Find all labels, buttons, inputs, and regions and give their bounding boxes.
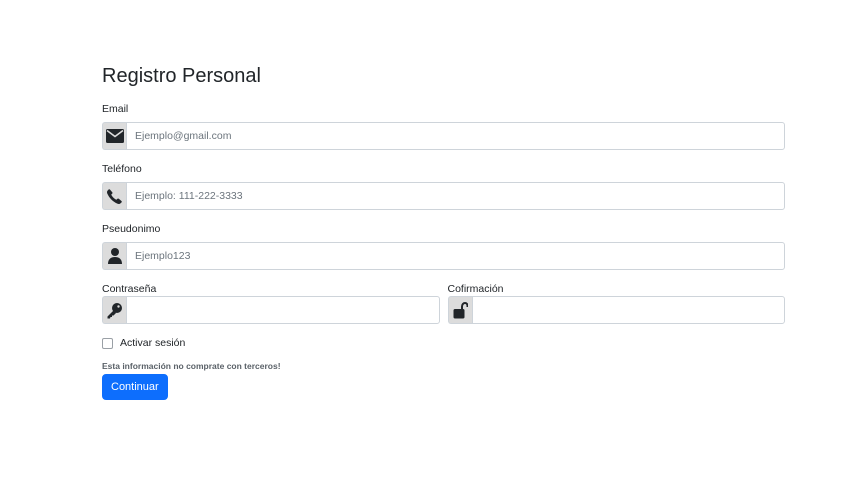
password-label: Contraseña xyxy=(102,283,157,295)
phone-label: Teléfono xyxy=(102,163,142,175)
phone-input-group xyxy=(102,182,785,210)
email-input-group xyxy=(102,122,785,150)
registration-form: Registro Personal Email Teléfono xyxy=(102,62,785,400)
remember-row: Activar sesión xyxy=(102,336,785,350)
password-input[interactable] xyxy=(126,296,440,324)
continue-button[interactable]: Continuar xyxy=(102,374,168,400)
phone-icon xyxy=(102,182,126,210)
phone-field-group: Teléfono xyxy=(102,162,785,210)
password-field-group: Contraseña xyxy=(102,282,440,324)
nickname-input-group xyxy=(102,242,785,270)
remember-checkbox[interactable] xyxy=(102,337,113,349)
remember-label[interactable]: Activar sesión xyxy=(120,337,185,349)
password-input-group xyxy=(102,296,440,324)
phone-input[interactable] xyxy=(126,182,785,210)
password-row: Contraseña Cofirmación xyxy=(102,282,785,324)
help-text: Esta información no comprate con tercero… xyxy=(102,361,281,371)
nickname-field-group: Pseudonimo xyxy=(102,222,785,270)
envelope-icon xyxy=(102,122,126,150)
page: Registro Personal Email Teléfono xyxy=(0,0,866,480)
confirmation-input[interactable] xyxy=(471,296,785,324)
nickname-input[interactable] xyxy=(126,242,785,270)
confirmation-input-group xyxy=(447,296,785,324)
key-icon xyxy=(102,296,126,324)
email-label: Email xyxy=(102,103,129,115)
confirmation-field-group: Cofirmación xyxy=(447,282,785,324)
unlock-icon xyxy=(447,296,472,324)
email-field-group: Email xyxy=(102,102,785,150)
page-title: Registro Personal xyxy=(102,65,261,87)
confirmation-label: Cofirmación xyxy=(447,283,504,295)
email-input[interactable] xyxy=(126,122,785,150)
nickname-label: Pseudonimo xyxy=(102,223,161,235)
user-icon xyxy=(102,242,126,270)
